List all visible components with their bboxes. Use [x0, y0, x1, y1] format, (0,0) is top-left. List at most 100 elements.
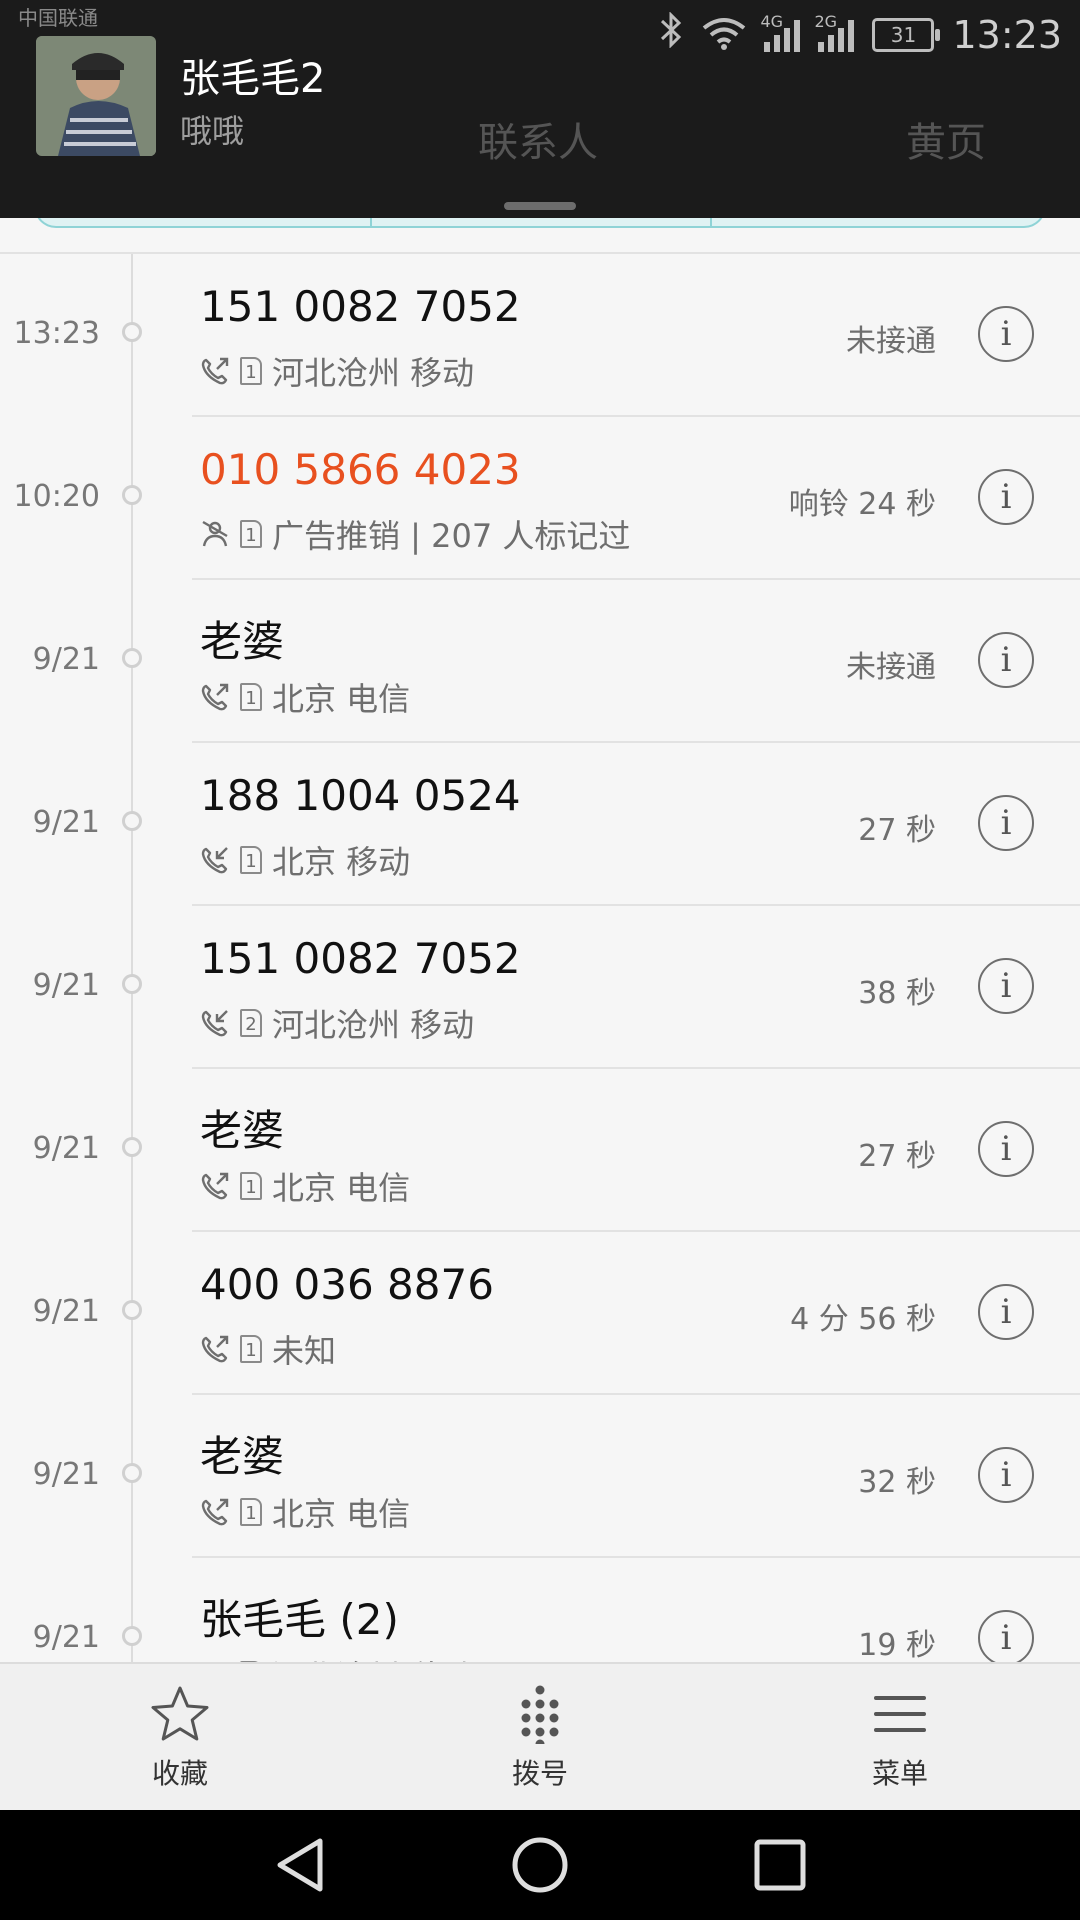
- network-type-label: 4G: [760, 11, 784, 31]
- call-details: 1 未知: [200, 1326, 336, 1372]
- notification-title: 张毛毛2: [180, 56, 326, 102]
- status-icons: 4G 2G 31 13:23: [658, 11, 1062, 57]
- info-icon[interactable]: i: [978, 632, 1034, 688]
- info-icon[interactable]: i: [978, 958, 1034, 1014]
- call-details: 2 河北沧州 移动: [200, 1000, 474, 1046]
- back-icon[interactable]: [272, 1837, 328, 1893]
- recents-icon[interactable]: [752, 1837, 808, 1893]
- sim-card-icon: 1: [240, 1335, 262, 1363]
- sim-card-icon: 1: [240, 357, 262, 385]
- info-icon[interactable]: i: [978, 306, 1034, 362]
- spam-call-icon: [202, 520, 228, 547]
- call-log-row[interactable]: 9/21 188 1004 0524 1 北京 移动 27 秒 i: [0, 743, 1080, 906]
- bluetooth-icon: [658, 11, 684, 57]
- panel-drag-handle[interactable]: [504, 202, 576, 210]
- notification-subtitle: 哦哦: [180, 112, 245, 150]
- call-time: 9/21: [32, 1457, 100, 1492]
- sim-card-icon: 1: [240, 520, 262, 548]
- favorites-button[interactable]: 收藏: [100, 1684, 260, 1792]
- bottom-action-bar: 收藏 拨号 菜单: [0, 1662, 1080, 1812]
- info-icon[interactable]: i: [978, 1447, 1034, 1503]
- call-log-row[interactable]: 9/21张毛毛 (2)1河北沧州 移动19 秒i: [0, 1558, 1080, 1664]
- call-log-list[interactable]: 13:23 151 0082 7052 1 河北沧州 移动 未接通 i 10:20 010 5…: [0, 252, 1080, 1664]
- info-icon[interactable]: i: [978, 1610, 1034, 1664]
- timeline-dot: [122, 1463, 142, 1483]
- call-log-row[interactable]: 9/21 老婆 1 北京 电信 27 秒 i: [0, 1069, 1080, 1232]
- battery-icon: 31: [872, 17, 941, 52]
- call-log-row[interactable]: 9/21 400 036 8876 1 未知 4 分 56 秒 i: [0, 1232, 1080, 1395]
- call-duration: 未接通: [846, 324, 936, 359]
- caller-location: 河北沧州 移动: [272, 1006, 475, 1044]
- sim-card-icon: 1: [240, 1498, 262, 1526]
- dial-label: 拨号: [511, 1757, 568, 1790]
- wifi-icon: [702, 16, 746, 54]
- menu-label: 菜单: [871, 1757, 928, 1790]
- call-details: 1 北京 电信: [200, 1163, 410, 1209]
- timeline-dot: [122, 1300, 142, 1320]
- caller-location: 北京 电信: [272, 680, 411, 718]
- sim-card-icon: 1: [240, 1172, 262, 1200]
- signal-4g-icon: 4G: [760, 12, 801, 52]
- timeline-dot: [122, 1626, 142, 1646]
- call-duration: 32 秒: [858, 1465, 936, 1500]
- call-details: 1 北京 电信: [200, 674, 410, 720]
- caller-name: 151 0082 7052: [200, 934, 521, 983]
- info-icon[interactable]: i: [978, 1284, 1034, 1340]
- sim-card-icon: 1: [240, 683, 262, 711]
- call-log-row[interactable]: 9/21 151 0082 7052 2 河北沧州 移动 38 秒 i: [0, 906, 1080, 1069]
- star-icon: [151, 1686, 209, 1741]
- caller-location: 广告推销 | 207 人标记过: [272, 517, 631, 555]
- caller-name: 010 5866 4023: [200, 445, 521, 494]
- sim-card-icon: 1: [240, 846, 262, 874]
- call-log-row[interactable]: 10:20 010 5866 4023 1 广告推销 | 207 人标记过 响铃 24 …: [0, 417, 1080, 580]
- call-time: 9/21: [32, 1294, 100, 1329]
- caller-name: 400 036 8876: [200, 1260, 494, 1309]
- call-time: 9/21: [32, 642, 100, 677]
- outgoing-call-icon: [201, 683, 229, 711]
- call-details: 1 北京 电信: [200, 1489, 410, 1535]
- status-time: 13:23: [952, 12, 1062, 57]
- dialpad-icon: [521, 1685, 559, 1744]
- timeline-dot: [122, 648, 142, 668]
- call-log-row[interactable]: 9/21 老婆 1 北京 电信 未接通 i: [0, 580, 1080, 743]
- caller-name: 188 1004 0524: [200, 771, 521, 820]
- caller-name: 151 0082 7052: [200, 282, 521, 331]
- outgoing-call-icon: [201, 1335, 229, 1363]
- call-duration: 响铃 24 秒: [788, 487, 936, 522]
- call-time: 9/21: [32, 805, 100, 840]
- home-icon[interactable]: [512, 1837, 568, 1893]
- call-details: 1 广告推销 | 207 人标记过: [200, 511, 630, 557]
- outgoing-call-icon: [201, 357, 229, 385]
- dial-button[interactable]: 拨号: [460, 1684, 620, 1792]
- call-time: 9/21: [32, 968, 100, 1003]
- caller-location: 未知: [272, 1332, 337, 1370]
- favorites-label: 收藏: [151, 1757, 208, 1790]
- sim-card-icon: 2: [240, 1009, 262, 1037]
- call-log-row[interactable]: 13:23 151 0082 7052 1 河北沧州 移动 未接通 i: [0, 254, 1080, 417]
- call-time: 10:20: [13, 479, 100, 514]
- call-duration: 19 秒: [858, 1628, 936, 1663]
- notification-panel[interactable]: 联系人 黄页 中国联通 4G 2G 31 13:23 张毛毛2 哦哦: [0, 0, 1080, 218]
- caller-name: 老婆: [200, 1432, 285, 1481]
- caller-name: 张毛毛 (2): [200, 1595, 399, 1644]
- caller-location: 北京 电信: [272, 1169, 411, 1207]
- call-details: 1 河北沧州 移动: [200, 348, 474, 394]
- timeline-dot: [122, 974, 142, 994]
- contact-avatar: [36, 36, 156, 156]
- carrier-label: 中国联通: [18, 6, 98, 30]
- info-icon[interactable]: i: [978, 795, 1034, 851]
- menu-button[interactable]: 菜单: [820, 1684, 980, 1792]
- signal-2g-icon: 2G: [814, 12, 855, 52]
- caller-location: 北京 移动: [272, 843, 411, 881]
- info-icon[interactable]: i: [978, 469, 1034, 525]
- call-log-row[interactable]: 9/21 老婆 1 北京 电信 32 秒 i: [0, 1395, 1080, 1558]
- caller-name: 老婆: [200, 617, 285, 666]
- info-icon[interactable]: i: [978, 1121, 1034, 1177]
- call-time: 9/21: [32, 1131, 100, 1166]
- call-duration: 未接通: [846, 650, 936, 685]
- system-navigation-bar: [0, 1810, 1080, 1920]
- incoming-call-icon: [201, 847, 228, 874]
- timeline-dot: [122, 1137, 142, 1157]
- call-time: 9/21: [32, 1620, 100, 1655]
- timeline-dot: [122, 322, 142, 342]
